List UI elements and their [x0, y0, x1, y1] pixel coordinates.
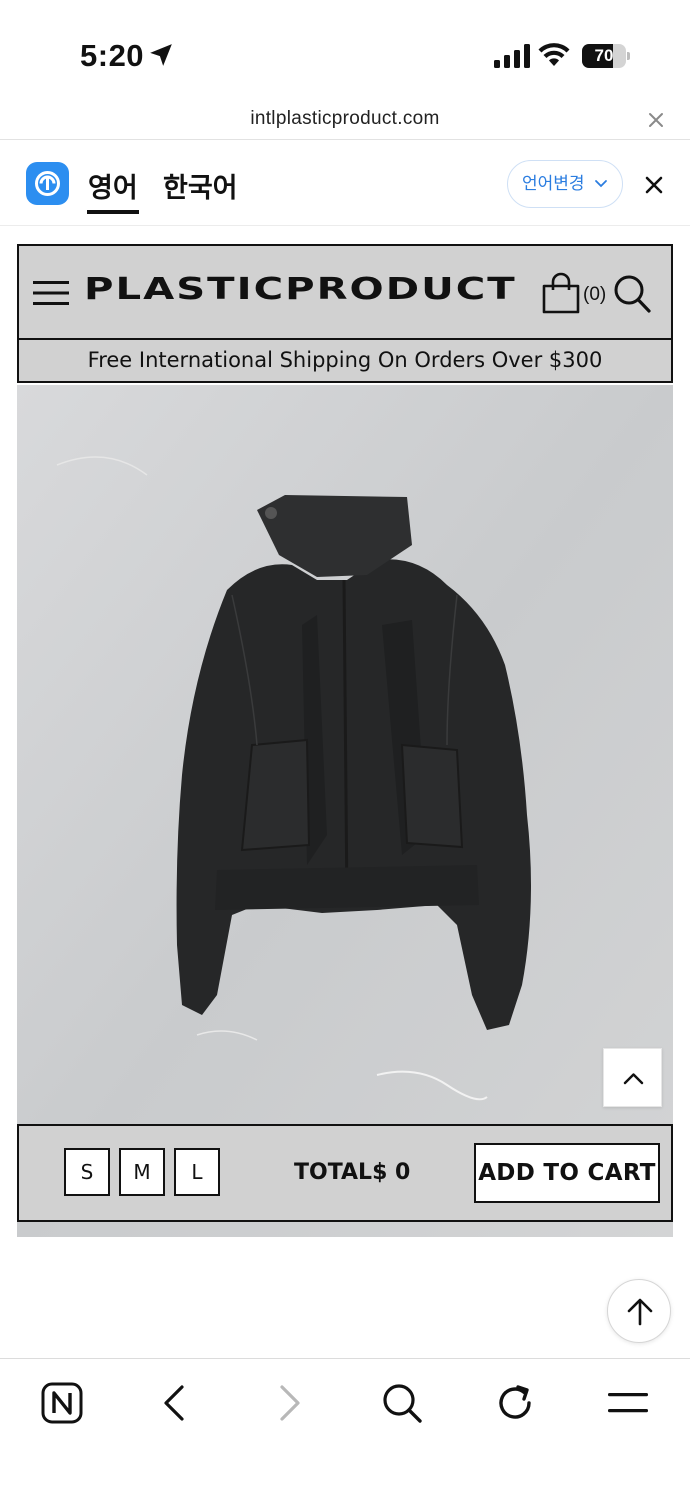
chevron-down-icon [595, 180, 607, 188]
site-header: PLASTICPRODUCT (0) [17, 244, 673, 340]
search-icon[interactable] [378, 1379, 426, 1427]
naver-home-icon[interactable] [38, 1379, 86, 1427]
status-bar: 5:20 70 [0, 0, 690, 100]
cart-count[interactable]: (0) [583, 284, 606, 306]
buy-bar: S M L TOTAL$ 0 ADD TO CART [17, 1124, 673, 1222]
shipping-banner: Free International Shipping On Orders Ov… [17, 338, 673, 383]
menu-icon[interactable] [604, 1379, 652, 1427]
total-value: $ 0 [372, 1160, 411, 1185]
change-language-label: 언어변경 [522, 174, 585, 194]
arrow-up-icon [627, 1298, 653, 1326]
tab-korean[interactable]: 한국어 [163, 166, 238, 205]
forward-arrow-icon[interactable] [265, 1379, 313, 1427]
back-arrow-icon[interactable] [151, 1379, 199, 1427]
tab-english[interactable]: 영어 [88, 166, 138, 205]
total-label: TOTAL [294, 1160, 373, 1185]
cellular-signal-icon [494, 44, 530, 68]
chevron-up-icon [623, 1073, 644, 1085]
translate-bar: 영어 한국어 언어변경 [0, 141, 690, 226]
order-total: TOTAL$ 0 [294, 1160, 410, 1185]
shopping-bag-icon[interactable] [541, 272, 581, 314]
product-image[interactable] [17, 385, 673, 1237]
close-icon[interactable] [646, 110, 666, 130]
size-option-l[interactable]: L [174, 1148, 220, 1196]
search-icon[interactable] [613, 274, 651, 314]
change-language-button[interactable]: 언어변경 [507, 160, 623, 208]
browser-toolbar [0, 1358, 690, 1500]
browser-url-bar[interactable]: intlplasticproduct.com [0, 100, 690, 140]
location-arrow-icon [150, 44, 172, 66]
size-option-m[interactable]: M [119, 1148, 165, 1196]
size-option-s[interactable]: S [64, 1148, 110, 1196]
hamburger-menu-icon[interactable] [33, 280, 69, 306]
battery-indicator: 70 [582, 44, 630, 68]
add-to-cart-button[interactable]: ADD TO CART [474, 1143, 660, 1203]
jacket-photo [17, 385, 673, 1237]
wifi-icon [538, 43, 570, 66]
translator-logo-icon [26, 162, 69, 205]
close-translate-icon[interactable] [643, 174, 665, 196]
back-to-top-button[interactable] [603, 1048, 662, 1107]
status-time: 5:20 [80, 38, 145, 73]
refresh-icon[interactable] [491, 1379, 539, 1427]
url-text[interactable]: intlplasticproduct.com [0, 108, 690, 130]
scroll-to-top-button[interactable] [607, 1279, 671, 1343]
site-logo[interactable]: PLASTICPRODUCT [84, 272, 517, 307]
battery-percent: 70 [594, 46, 614, 65]
active-tab-indicator [87, 210, 139, 214]
